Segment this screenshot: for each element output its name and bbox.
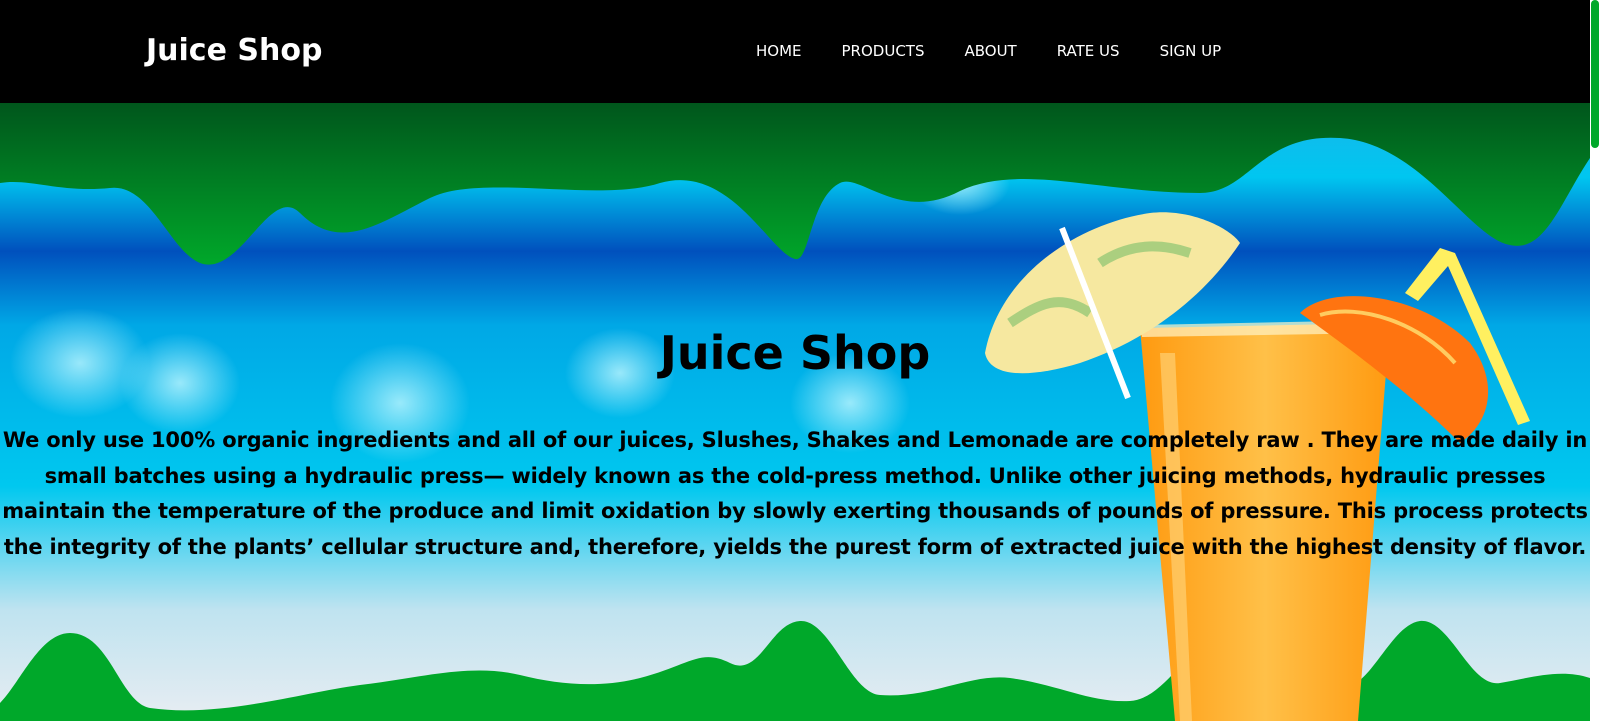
main-nav: HOME PRODUCTS ABOUT RATE US SIGN UP xyxy=(740,38,1241,64)
nav-about[interactable]: ABOUT xyxy=(944,38,1036,64)
scrollbar-thumb[interactable] xyxy=(1591,0,1599,148)
top-navbar: Juice Shop HOME PRODUCTS ABOUT RATE US S… xyxy=(0,0,1590,103)
hero-description: We only use 100% organic ingredients and… xyxy=(2,428,1588,559)
nav-products[interactable]: PRODUCTS xyxy=(822,38,945,64)
hero-section: Juice Shop We only use 100% organic ingr… xyxy=(0,103,1590,721)
brand-logo[interactable]: Juice Shop xyxy=(146,30,322,72)
nav-sign-up[interactable]: SIGN UP xyxy=(1140,38,1242,64)
nav-rate-us[interactable]: RATE US xyxy=(1037,38,1140,64)
hero-background xyxy=(0,103,1590,721)
hero-title: Juice Shop xyxy=(659,326,931,380)
nav-home[interactable]: HOME xyxy=(740,38,822,64)
